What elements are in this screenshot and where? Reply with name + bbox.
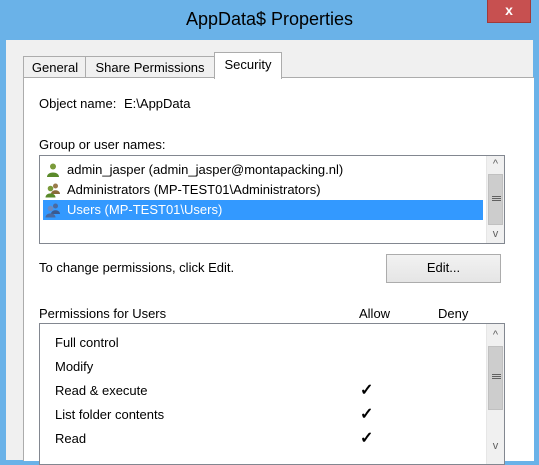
group-users-icon: [45, 203, 60, 218]
group-users-icon: [45, 183, 60, 198]
change-permissions-hint: To change permissions, click Edit.: [39, 260, 235, 275]
user-name: Administrators (MP-TEST01\Administrators…: [67, 182, 321, 197]
permission-row: Read & execute ✓: [43, 381, 483, 401]
permission-name: Full control: [55, 335, 119, 350]
title-bar[interactable]: AppData$ Properties x: [0, 0, 539, 40]
tab-share-permissions[interactable]: Share Permissions: [85, 56, 215, 78]
deny-column-header: Deny: [438, 306, 469, 321]
allow-checkmark: ✓: [360, 382, 374, 399]
allow-column-header: Allow: [359, 306, 391, 321]
list-item[interactable]: admin_jasper (admin_jasper@montapacking.…: [43, 160, 483, 180]
permission-row: List folder contents ✓: [43, 405, 483, 425]
user-name: admin_jasper (admin_jasper@montapacking.…: [67, 162, 344, 177]
scroll-thumb[interactable]: [488, 346, 503, 410]
permissions-list[interactable]: Full control Modify Read & execute ✓ Lis…: [39, 323, 505, 465]
permission-name: Modify: [55, 359, 94, 374]
user-name: Users (MP-TEST01\Users): [67, 202, 223, 217]
scroll-down-icon[interactable]: v: [487, 226, 504, 243]
scroll-down-icon[interactable]: v: [487, 438, 504, 455]
object-name-value: E:\AppData: [124, 96, 191, 111]
scroll-up-icon[interactable]: ^: [487, 156, 504, 173]
list-item[interactable]: Administrators (MP-TEST01\Administrators…: [43, 180, 483, 200]
group-names-label: Group or user names:: [39, 137, 166, 152]
object-name-label: Object name:: [39, 96, 117, 111]
permission-row: Full control: [43, 333, 483, 353]
close-button[interactable]: x: [487, 0, 531, 23]
permission-name: Read: [55, 431, 87, 446]
tab-security[interactable]: Security: [214, 52, 282, 79]
permissions-scrollbar[interactable]: ^ v: [486, 324, 504, 464]
properties-window: AppData$ Properties x General Share Perm…: [0, 0, 539, 465]
list-item[interactable]: Users (MP-TEST01\Users): [43, 200, 483, 220]
single-user-icon: [47, 163, 59, 177]
tab-general[interactable]: General: [23, 56, 87, 78]
window-title: AppData$ Properties: [185, 9, 354, 29]
scroll-up-icon[interactable]: ^: [487, 327, 504, 344]
permission-row: Modify: [43, 357, 483, 377]
permissions-label: Permissions for Users: [39, 306, 167, 321]
permission-name: List folder contents: [55, 407, 165, 422]
user-list-scrollbar[interactable]: ^ v: [486, 156, 504, 243]
user-list[interactable]: admin_jasper (admin_jasper@montapacking.…: [39, 155, 505, 244]
allow-checkmark: ✓: [360, 430, 374, 447]
permission-name: Read & execute: [55, 383, 148, 398]
scroll-thumb[interactable]: [488, 174, 503, 225]
security-panel: Object name: E:\AppData Group or user na…: [23, 77, 534, 465]
dialog-client: General Share Permissions Security Objec…: [6, 40, 534, 465]
edit-button[interactable]: Edit...: [386, 254, 501, 283]
allow-checkmark: ✓: [360, 406, 374, 423]
permission-row: Read ✓: [43, 429, 483, 449]
